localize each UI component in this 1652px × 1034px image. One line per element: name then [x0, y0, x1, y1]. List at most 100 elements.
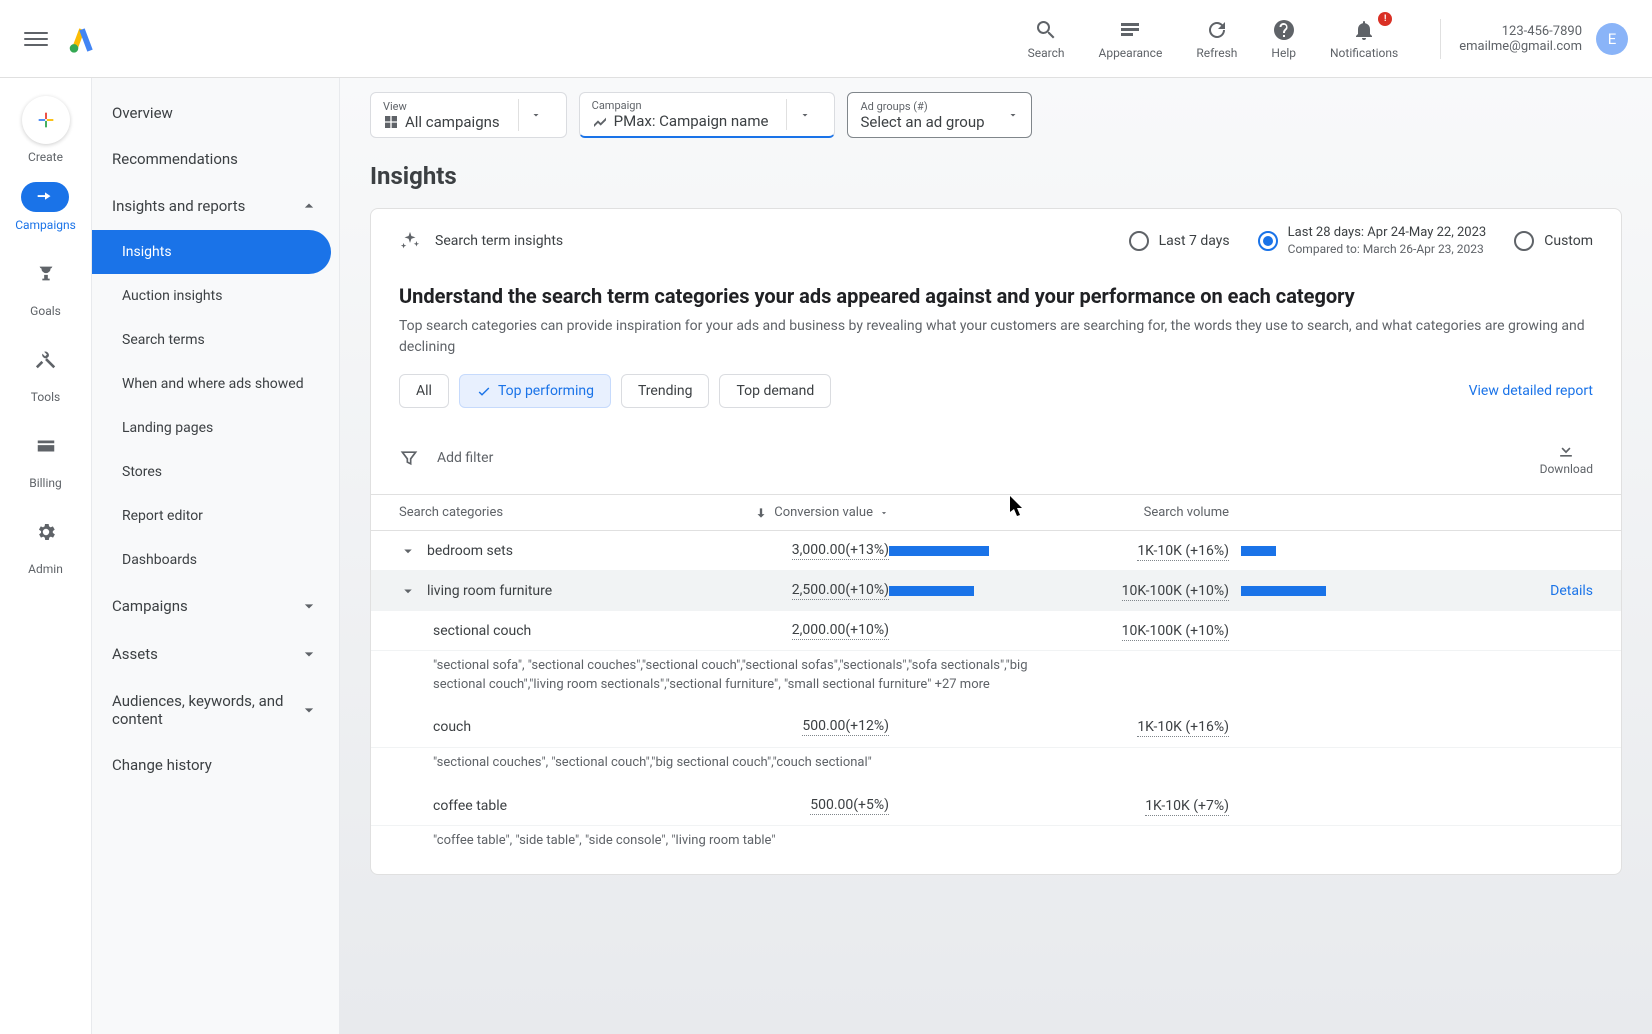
trophy-icon [22, 250, 70, 298]
sidebar-item-landing[interactable]: Landing pages [92, 406, 339, 450]
date-range-last28[interactable]: Last 28 days: Apr 24-May 22, 2023 Compar… [1258, 225, 1487, 257]
col-header-categories[interactable]: Search categories [399, 505, 679, 520]
chip-trending-label: Trending [638, 383, 693, 399]
avatar[interactable]: E [1596, 23, 1628, 55]
header-notifications-button[interactable]: ! Notifications [1330, 18, 1398, 60]
table-row[interactable]: living room furniture 2,500.00(+10%) 10K… [371, 571, 1621, 611]
table-row[interactable]: couch 500.00(+12%) 1K-10K (+16%) [371, 708, 1621, 748]
sidebar-item-campaigns[interactable]: Campaigns [92, 582, 339, 630]
table-row[interactable]: coffee table 500.00(+5%) 1K-10K (+7%) [371, 786, 1621, 826]
rail-tools-button[interactable]: Tools [22, 336, 70, 404]
rail-billing-button[interactable]: Billing [22, 422, 70, 490]
header-help-button[interactable]: Help [1271, 18, 1296, 60]
insight-heading: Understand the search term categories yo… [371, 274, 1621, 316]
sidebar-change-history-label: Change history [112, 756, 212, 774]
rail-campaigns-button[interactable]: Campaigns [15, 182, 76, 232]
date-range-last7[interactable]: Last 7 days [1129, 231, 1230, 251]
chip-top-performing-label: Top performing [498, 383, 594, 399]
radio-on-icon [1258, 231, 1278, 251]
account-id: 123-456-7890 [1459, 24, 1582, 39]
chip-trending[interactable]: Trending [621, 374, 710, 408]
row-search-volume: 1K-10K (+7%) [1145, 798, 1229, 816]
col-header-conversion[interactable]: Conversion value [679, 505, 889, 520]
card-top-label: Search term insights [435, 233, 1115, 249]
filter-icon[interactable] [399, 448, 419, 468]
rail-admin-button[interactable]: Admin [22, 508, 70, 576]
sidebar-item-change-history[interactable]: Change history [92, 742, 339, 788]
sidebar-campaigns-label: Campaigns [112, 597, 188, 615]
row-search-terms: "coffee table", "side table", "side cons… [371, 826, 1071, 864]
tools-icon [22, 336, 70, 384]
chevron-down-icon [299, 644, 319, 664]
sidebar-item-insights-reports[interactable]: Insights and reports [92, 182, 339, 230]
radio-off-icon [1129, 231, 1149, 251]
sidebar-item-report-editor[interactable]: Report editor [92, 494, 339, 538]
account-email: emailme@gmail.com [1459, 39, 1582, 54]
sidebar-recommendations-label: Recommendations [112, 150, 238, 168]
rail-goals-button[interactable]: Goals [22, 250, 70, 318]
scope-view-selector[interactable]: View All campaigns [370, 92, 567, 138]
row-category: bedroom sets [427, 543, 513, 559]
search-volume-bar [1241, 586, 1326, 596]
row-search-volume: 10K-100K (+10%) [1122, 623, 1229, 641]
scope-campaign-value: PMax: Campaign name [614, 112, 769, 130]
download-button[interactable]: Download [1540, 440, 1593, 476]
chevron-down-icon[interactable] [399, 542, 417, 560]
scope-adgroup-label: Ad groups (#) [860, 100, 984, 113]
sidebar-item-stores[interactable]: Stores [92, 450, 339, 494]
refresh-icon [1205, 18, 1229, 42]
rail-goals-label: Goals [30, 304, 61, 318]
scope-campaign-selector[interactable]: Campaign PMax: Campaign name [579, 92, 836, 138]
view-detailed-report-link[interactable]: View detailed report [1469, 383, 1593, 399]
rail-create-button[interactable]: Create [22, 96, 70, 164]
radio-off-icon [1514, 231, 1534, 251]
chip-top-performing[interactable]: Top performing [459, 374, 611, 408]
sidebar-item-when-where[interactable]: When and where ads showed [92, 362, 339, 406]
row-search-terms: "sectional couches", "sectional couch","… [371, 748, 1071, 786]
sidebar-item-assets[interactable]: Assets [92, 630, 339, 678]
table-row[interactable]: sectional couch 2,000.00(+10%) 10K-100K … [371, 611, 1621, 651]
date-last7-label: Last 7 days [1159, 233, 1230, 249]
row-details-link[interactable]: Details [1550, 583, 1593, 599]
header-refresh-button[interactable]: Refresh [1196, 18, 1237, 60]
sidebar-item-dashboards[interactable]: Dashboards [92, 538, 339, 582]
header-divider [1440, 19, 1441, 59]
chevron-down-icon[interactable] [399, 582, 417, 600]
sidebar-item-auction[interactable]: Auction insights [92, 274, 339, 318]
megaphone-icon [21, 182, 69, 212]
add-filter-button[interactable]: Add filter [437, 450, 1540, 466]
sidebar-when-where-label: When and where ads showed [122, 376, 304, 392]
header-appearance-button[interactable]: Appearance [1099, 18, 1163, 60]
gear-icon [22, 508, 70, 556]
rail-tools-label: Tools [31, 390, 60, 404]
sidebar-item-recommendations[interactable]: Recommendations [92, 136, 339, 182]
row-category: sectional couch [433, 623, 531, 639]
page-title: Insights [370, 162, 1622, 190]
caret-down-icon [530, 109, 542, 121]
header-search-label: Search [1028, 46, 1065, 60]
scope-adgroup-selector[interactable]: Ad groups (#) Select an ad group [847, 92, 1031, 138]
chip-all[interactable]: All [399, 374, 449, 408]
chip-top-demand[interactable]: Top demand [719, 374, 831, 408]
col-header-search-volume[interactable]: Search volume [1059, 505, 1229, 520]
table-row[interactable]: bedroom sets 3,000.00(+13%) 1K-10K (+16%… [371, 531, 1621, 571]
account-info: 123-456-7890 emailme@gmail.com [1459, 24, 1582, 54]
date-last28-label: Last 28 days: Apr 24-May 22, 2023 [1288, 225, 1487, 242]
chip-all-label: All [416, 383, 432, 399]
sidebar-item-insights[interactable]: Insights [92, 230, 331, 274]
notifications-badge: ! [1378, 12, 1392, 26]
date-custom-label: Custom [1544, 233, 1593, 249]
hamburger-menu-icon[interactable] [24, 27, 48, 51]
sidebar-item-audiences[interactable]: Audiences, keywords, and content [92, 678, 339, 742]
row-category: couch [433, 719, 471, 735]
scope-adgroup-value: Select an ad group [860, 113, 984, 131]
caret-down-icon [879, 508, 889, 518]
sidebar-item-search-terms[interactable]: Search terms [92, 318, 339, 362]
row-search-volume: 10K-100K (+10%) [1122, 583, 1229, 601]
header-search-button[interactable]: Search [1028, 18, 1065, 60]
row-search-terms: "sectional sofa", "sectional couches","s… [371, 651, 1071, 707]
sidebar-item-overview[interactable]: Overview [92, 90, 339, 136]
date-range-custom[interactable]: Custom [1514, 231, 1593, 251]
sidebar-insights-label: Insights [122, 244, 172, 260]
appearance-icon [1118, 18, 1142, 42]
